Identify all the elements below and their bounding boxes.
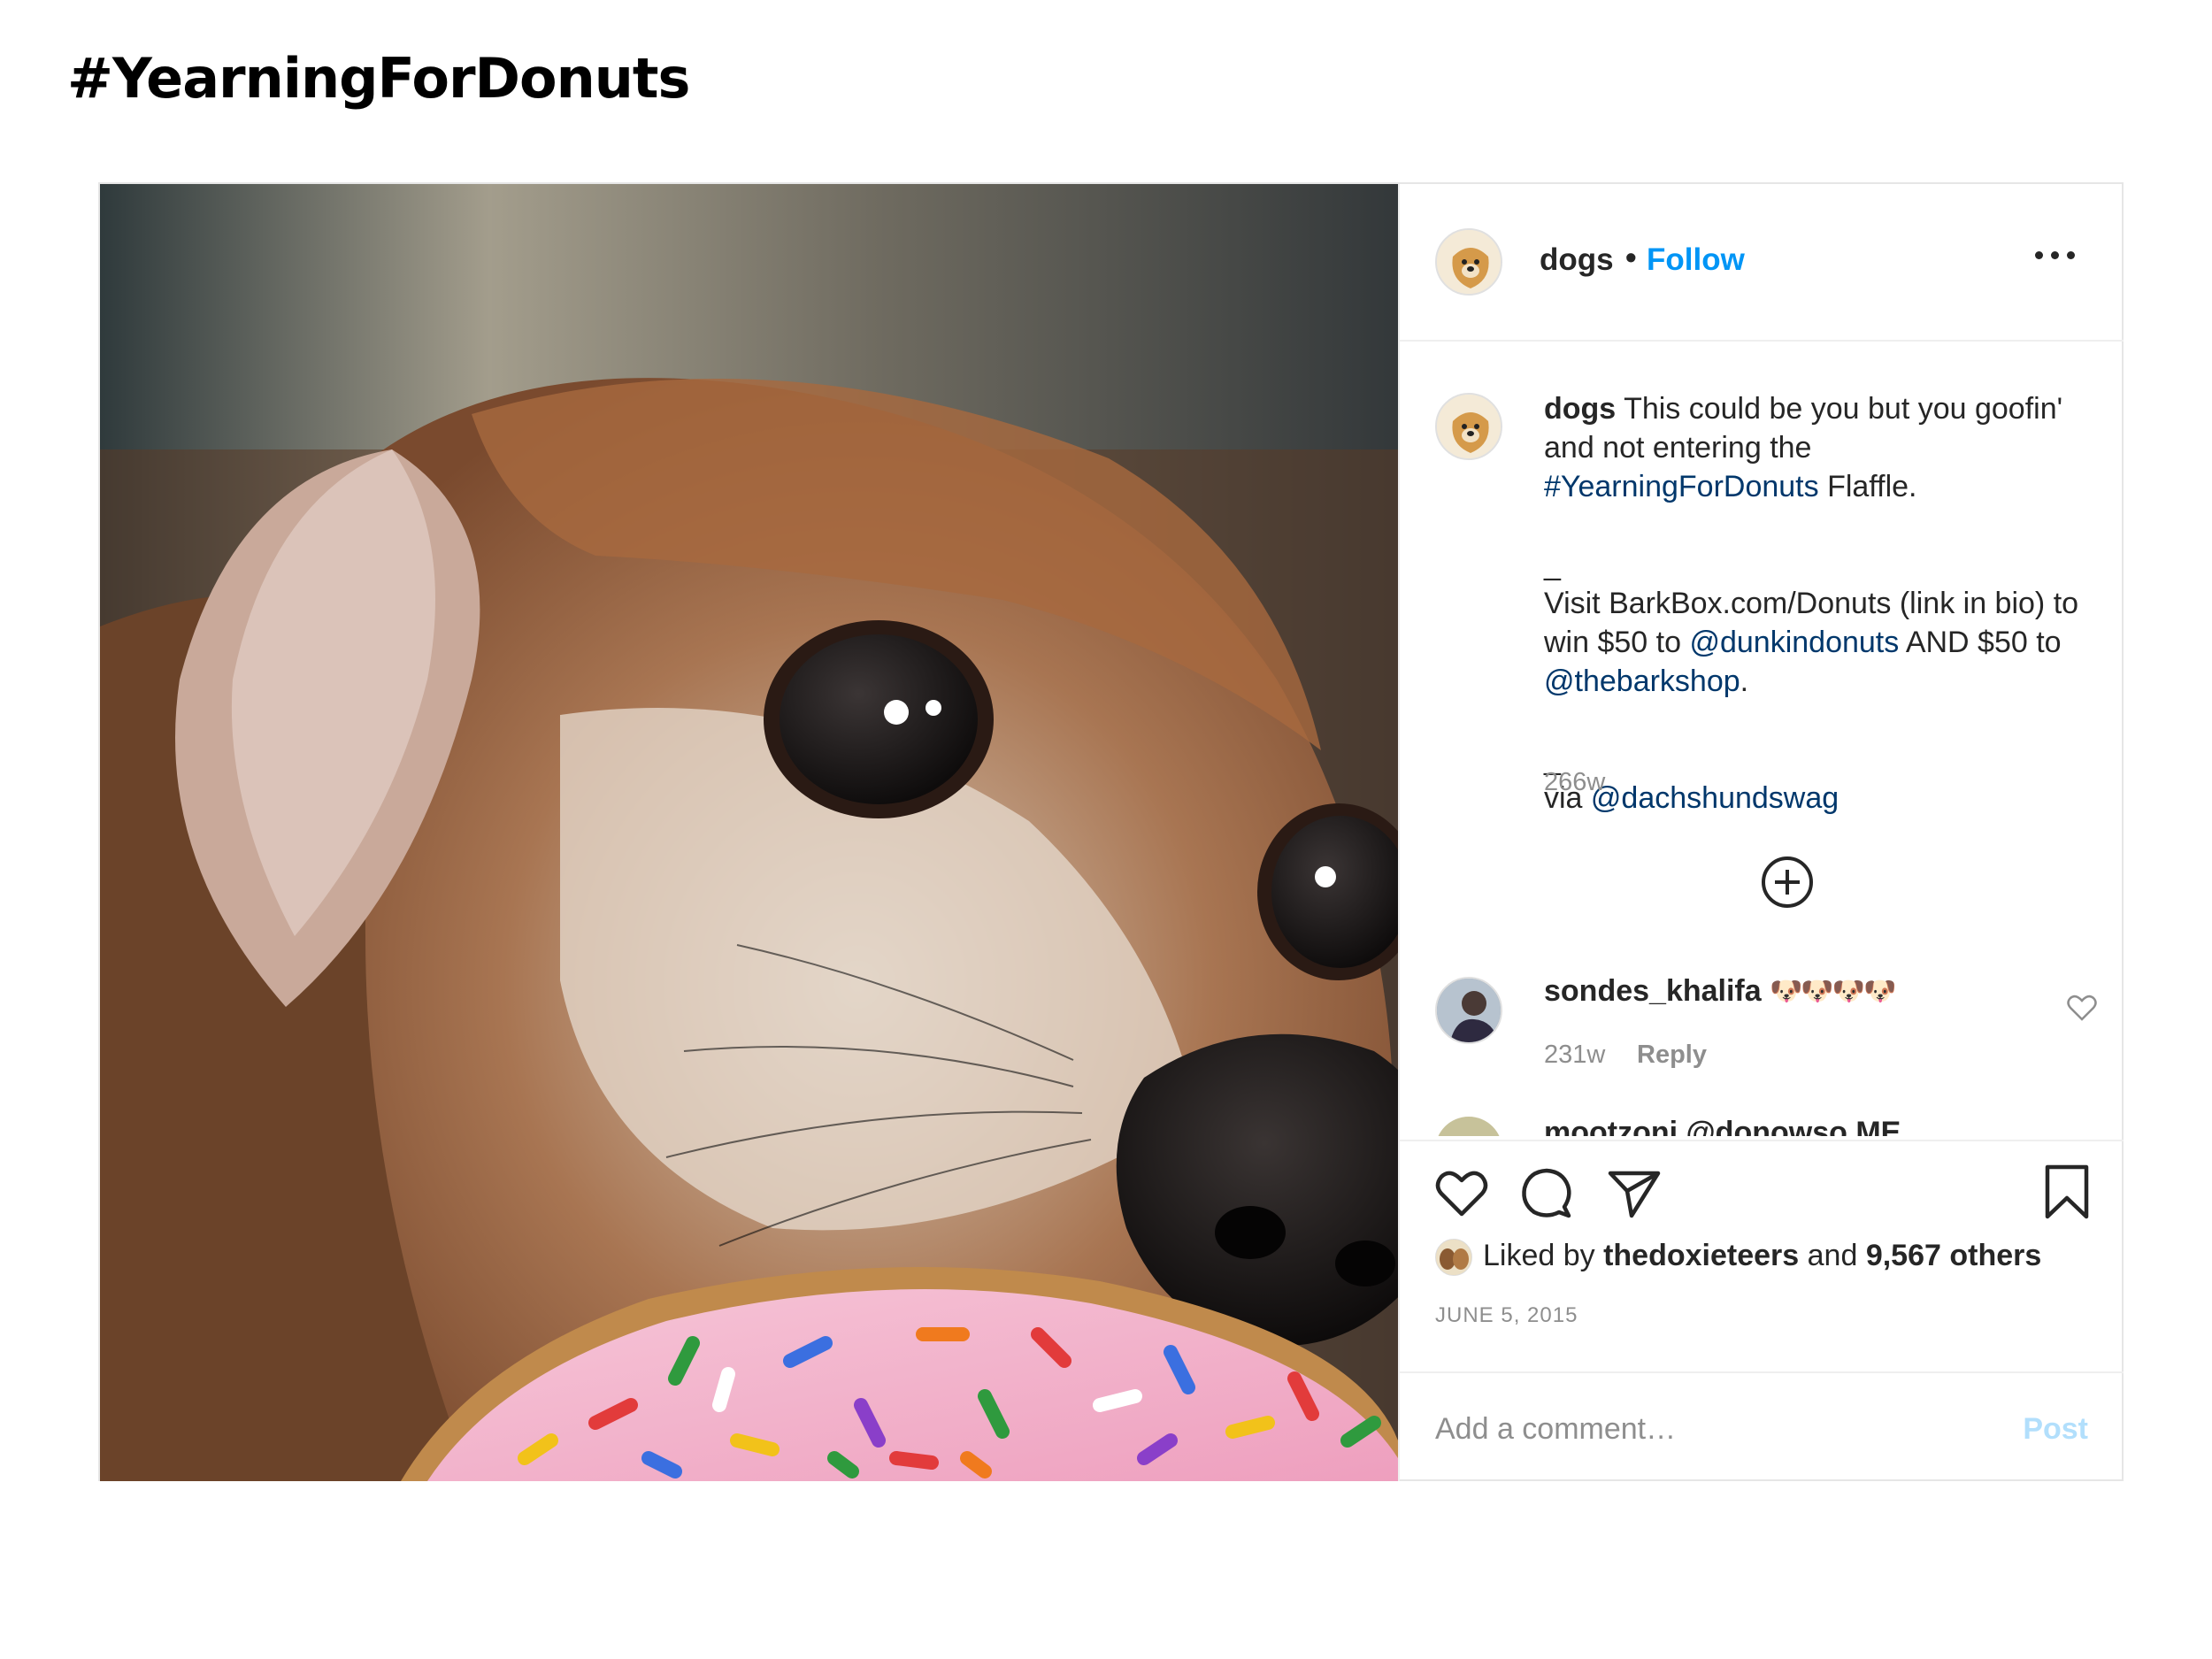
caption-line2-mid: AND $50 to	[1905, 626, 2062, 659]
mention-link[interactable]: @dachshundswag	[1591, 781, 1839, 815]
dogs-avatar-icon	[1436, 1240, 1471, 1276]
post-date[interactable]: JUNE 5, 2015	[1435, 1303, 1578, 1328]
page-heading: #YearningForDonuts	[67, 46, 690, 111]
caption-line1: This could be you but you goofin' and no…	[1544, 392, 2063, 465]
likes-others[interactable]: 9,567 others	[1866, 1239, 2041, 1272]
avatar[interactable]	[1435, 228, 1502, 296]
heart-outline-icon[interactable]	[2067, 995, 2097, 1021]
comment-bubble-icon[interactable]	[1518, 1164, 1575, 1221]
likes-prefix: Liked by	[1483, 1239, 1595, 1272]
caption-separator: _	[1544, 742, 1561, 776]
plus-circle-icon[interactable]	[1760, 855, 1815, 910]
heart-outline-icon[interactable]	[1433, 1164, 1490, 1221]
comment-username[interactable]: sondes_khalifa	[1544, 974, 1762, 1009]
dog-donut-illustration	[100, 184, 1398, 1481]
follow-button[interactable]: Follow	[1647, 242, 1745, 278]
post-photo[interactable]	[100, 184, 1398, 1481]
reply-button[interactable]: Reply	[1637, 1041, 1707, 1070]
liker-avatar[interactable]	[1435, 1239, 1472, 1277]
comment-text: 🐶🐶🐶🐶	[1770, 977, 1896, 1006]
caption-text: dogs This could be you but you goofin' a…	[1544, 389, 2093, 818]
caption-avatar[interactable]	[1435, 393, 1502, 460]
post-actions: Liked by thedoxieteers and 9,567 others …	[1400, 1140, 2124, 1483]
dog-avatar-icon	[1437, 395, 1501, 458]
post-author-username[interactable]: dogs	[1540, 242, 1614, 278]
liker-username[interactable]: thedoxieteers	[1603, 1239, 1799, 1272]
dog-avatar-icon	[1437, 230, 1501, 294]
header-separator: •	[1625, 239, 1637, 275]
likes-joiner: and	[1807, 1239, 1858, 1272]
mention-link[interactable]: @dunkindonuts	[1689, 626, 1899, 659]
post-header: dogs • Follow	[1400, 184, 2124, 342]
more-options-icon[interactable]	[2035, 246, 2079, 264]
post-comment-button[interactable]: Post	[2023, 1412, 2088, 1447]
commenter-avatar[interactable]	[1435, 1117, 1502, 1136]
post-sidebar: dogs • Follow dogs This could be you but…	[1398, 184, 2124, 1481]
truncated-comment: mootzoni @donowso ME	[1435, 1117, 2090, 1136]
caption-separator: _	[1544, 548, 1561, 581]
caption-username[interactable]: dogs	[1544, 392, 1616, 426]
hashtag-link[interactable]: #YearningForDonuts	[1544, 470, 1819, 503]
person-avatar-icon	[1437, 979, 1501, 1042]
likes-summary: Liked by thedoxieteers and 9,567 others	[1435, 1239, 2041, 1277]
comment-input[interactable]	[1435, 1409, 2001, 1449]
instagram-post-embed: dogs • Follow dogs This could be you but…	[98, 182, 2124, 1481]
mention-link[interactable]: @thebarkshop	[1544, 664, 1740, 698]
caption-line1-end: Flaffle.	[1827, 470, 1917, 503]
comment-age: 231w	[1544, 1041, 1606, 1069]
paper-plane-icon[interactable]	[1605, 1164, 1662, 1221]
bookmark-icon[interactable]	[2040, 1163, 2093, 1221]
commenter-avatar[interactable]	[1435, 977, 1502, 1044]
caption-line2-end: .	[1740, 664, 1749, 698]
add-comment-row: Post	[1400, 1371, 2124, 1485]
caption-age: 266w	[1544, 768, 1606, 796]
truncated-comment-text: mootzoni @donowso ME	[1544, 1117, 1901, 1136]
